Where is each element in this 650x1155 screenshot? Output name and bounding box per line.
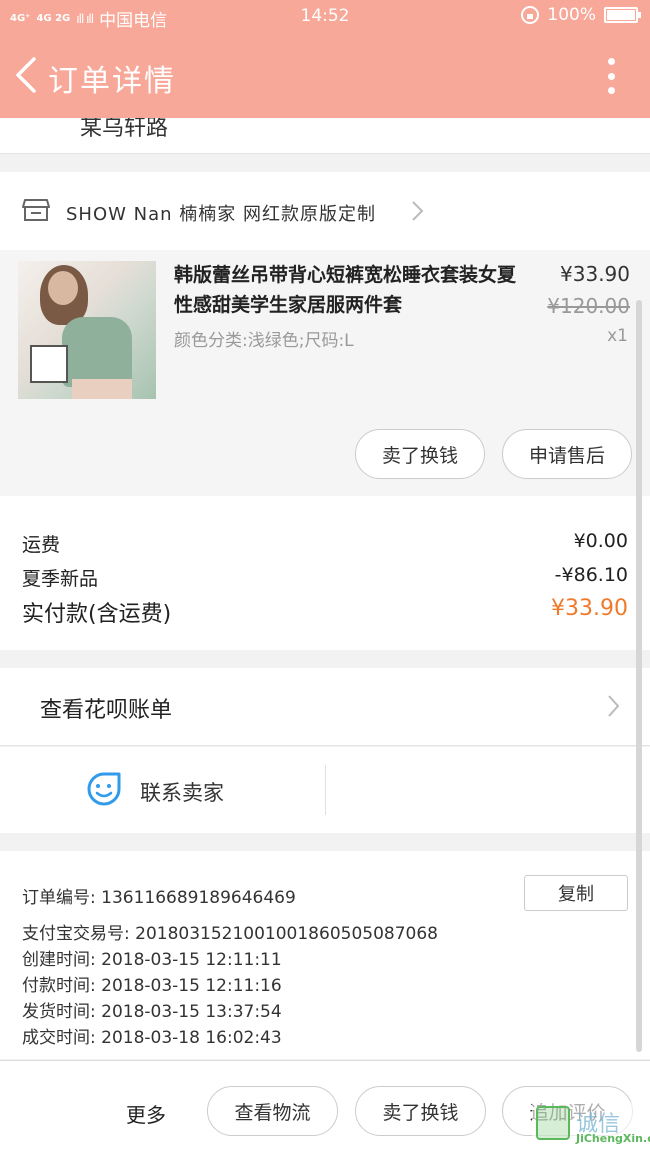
chevron-left-icon[interactable] [12,56,40,94]
total-row: 实付款(含运费) ¥33.90 [22,596,628,628]
scrollbar[interactable] [636,300,642,1052]
paid-time: 付款时间: 2018-03-15 12:11:16 [22,976,282,996]
sell-again-button[interactable]: 卖了换钱 [355,1086,486,1136]
aftersale-button[interactable]: 申请售后 [502,429,632,479]
view-logistics-button[interactable]: 查看物流 [207,1086,338,1136]
contact-section: 联系卖家 [0,747,650,833]
status-bar: 4G⁺ 4G 2G ıll ıll 中国电信 14:52 100% [0,0,650,32]
order-number: 订单编号: 136116689189646469 [22,888,296,908]
completed-time: 成交时间: 2018-03-18 16:02:43 [22,1028,282,1048]
huabei-bill-label: 查看花呗账单 [40,698,173,723]
copy-button[interactable]: 复制 [524,875,628,911]
product-original-price: ¥120.00 [547,294,630,318]
address-section: 某乌轩路 [0,118,650,154]
address-text: 某乌轩路 [80,118,169,141]
chevron-right-icon [412,201,424,221]
product-title[interactable]: 韩版蕾丝吊带背心短裤宽松睡衣套装女夏性感甜美学生家居服两件套 [174,260,526,320]
promo-value: -¥86.10 [554,564,628,586]
smile-chat-icon[interactable] [86,771,122,807]
huabei-bill-row[interactable]: 查看花呗账单 [0,668,650,746]
alipay-number: 支付宝交易号: 2018031521001001860505087068 [22,924,438,944]
total-label: 实付款(含运费) [22,602,172,627]
battery-percent: 100% [547,5,596,25]
product-quantity: x1 [607,326,628,346]
battery-icon [604,7,641,23]
shipped-time: 发货时间: 2018-03-15 13:37:54 [22,1002,282,1022]
nav-bar: 订单详情 [0,32,650,118]
shipping-row: 运费 ¥0.00 [22,530,628,557]
shop-name[interactable]: SHOW Nan 楠楠家 网红款原版定制 [66,200,376,226]
product-price: ¥33.90 [560,262,630,286]
rotation-lock-icon [521,6,540,24]
total-value: ¥33.90 [551,596,628,621]
product-card: 韩版蕾丝吊带背心短裤宽松睡衣套装女夏性感甜美学生家居服两件套 颜色分类:浅绿色;… [0,250,650,496]
product-image[interactable] [18,261,156,399]
shop-row[interactable]: SHOW Nan 楠楠家 网红款原版定制 [0,172,650,250]
shipping-value: ¥0.00 [573,530,628,552]
shipping-label: 运费 [22,534,61,556]
watermark-text: JiChengXin.com [576,1132,650,1145]
more-button[interactable]: 更多 [126,1099,166,1128]
watermark-logo-icon [536,1106,570,1140]
created-time: 创建时间: 2018-03-15 12:11:11 [22,950,282,970]
promo-row: 夏季新品 -¥86.10 [22,564,628,591]
promo-label: 夏季新品 [22,568,99,590]
order-info: 订单编号: 136116689189646469 复制 支付宝交易号: 2018… [0,851,650,1059]
page-title: 订单详情 [48,64,176,99]
contact-seller-button[interactable]: 联系卖家 [140,777,224,807]
chevron-right-icon [608,695,620,717]
sell-button[interactable]: 卖了换钱 [355,429,485,479]
battery-fill [607,10,636,20]
fee-summary: 运费 ¥0.00 夏季新品 -¥86.10 实付款(含运费) ¥33.90 [0,496,650,650]
watermark: 诚信 JiChengXin.com [532,1102,650,1155]
product-spec: 颜色分类:浅绿色;尺码:L [174,331,354,351]
status-right: 100% [521,5,641,25]
store-icon [22,199,50,221]
vertical-dots-icon[interactable] [608,58,616,94]
divider [325,765,326,815]
